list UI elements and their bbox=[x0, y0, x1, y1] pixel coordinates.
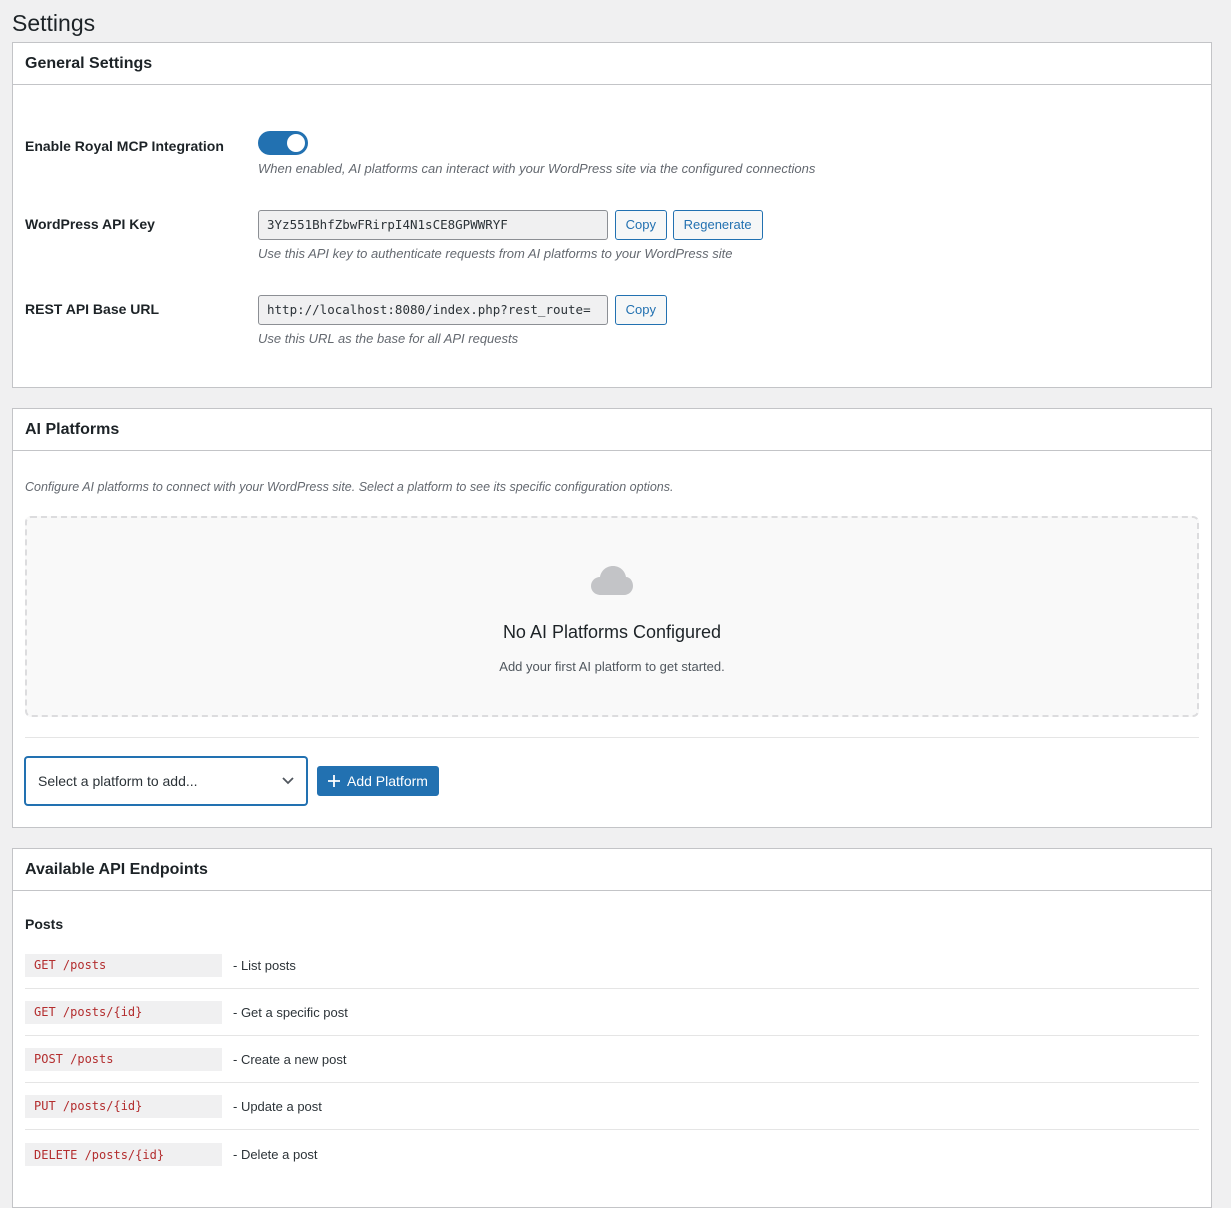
api-key-field: 3Yz551BhfZbwFRirpI4N1sCE8GPWWRYF Copy Re… bbox=[258, 209, 763, 261]
endpoint-row: GET /posts - List posts bbox=[25, 942, 1199, 989]
enable-integration-row: Enable Royal MCP Integration When enable… bbox=[25, 131, 1199, 191]
base-url-input[interactable]: http://localhost:8080/index.php?rest_rou… bbox=[258, 294, 608, 325]
endpoint-description: - Update a post bbox=[233, 1098, 322, 1114]
add-platform-button[interactable]: Add Platform bbox=[317, 766, 439, 796]
endpoint-code: PUT /posts/{id} bbox=[25, 1094, 222, 1118]
api-endpoints-card: Available API Endpoints Posts GET /posts… bbox=[12, 848, 1212, 1208]
endpoint-row: PUT /posts/{id} - Update a post bbox=[25, 1083, 1199, 1130]
enable-integration-label: Enable Royal MCP Integration bbox=[25, 138, 224, 154]
endpoint-group-title: Posts bbox=[25, 916, 64, 932]
general-settings-title: General Settings bbox=[25, 54, 153, 72]
endpoint-code: GET /posts/{id} bbox=[25, 1000, 222, 1024]
api-key-label: WordPress API Key bbox=[25, 216, 155, 232]
api-key-description: Use this API key to authenticate request… bbox=[258, 245, 733, 261]
api-endpoints-header: Available API Endpoints bbox=[13, 849, 1211, 891]
api-endpoints-title: Available API Endpoints bbox=[25, 860, 208, 878]
ai-platforms-intro: Configure AI platforms to connect with y… bbox=[25, 480, 674, 494]
page-title: Settings bbox=[12, 10, 96, 36]
platform-select[interactable]: Select a platform to add... bbox=[25, 757, 307, 805]
general-settings-card: General Settings Enable Royal MCP Integr… bbox=[12, 42, 1212, 388]
regenerate-api-key-button[interactable]: Regenerate bbox=[672, 209, 763, 240]
endpoint-description: - List posts bbox=[233, 957, 296, 973]
api-key-input[interactable]: 3Yz551BhfZbwFRirpI4N1sCE8GPWWRYF bbox=[258, 209, 608, 240]
base-url-row: REST API Base URL http://localhost:8080/… bbox=[25, 294, 1199, 354]
endpoint-description: - Delete a post bbox=[233, 1147, 318, 1162]
enable-integration-description: When enabled, AI platforms can interact … bbox=[258, 161, 816, 176]
endpoint-description: - Create a new post bbox=[233, 1051, 347, 1067]
base-url-label: REST API Base URL bbox=[25, 301, 160, 317]
copy-api-key-button[interactable]: Copy bbox=[614, 209, 667, 240]
general-settings-header: General Settings bbox=[13, 43, 1211, 85]
empty-state-subtitle: Add your first AI platform to get starte… bbox=[499, 659, 725, 674]
ai-platforms-header: AI Platforms bbox=[13, 409, 1211, 451]
platforms-divider bbox=[25, 737, 1199, 738]
base-url-field: http://localhost:8080/index.php?rest_rou… bbox=[258, 294, 667, 346]
endpoint-row: POST /posts - Create a new post bbox=[25, 1036, 1199, 1083]
cloud-icon bbox=[591, 566, 633, 595]
enable-integration-toggle[interactable] bbox=[258, 131, 308, 155]
empty-platforms-state: No AI Platforms Configured Add your firs… bbox=[25, 516, 1199, 717]
plus-icon bbox=[328, 775, 340, 787]
settings-page: Settings General Settings Enable Royal M… bbox=[0, 0, 1231, 1208]
add-platform-label: Add Platform bbox=[347, 773, 428, 789]
empty-state-title: No AI Platforms Configured bbox=[502, 622, 722, 642]
endpoint-code: DELETE /posts/{id} bbox=[25, 1143, 222, 1166]
endpoint-code: POST /posts bbox=[25, 1047, 222, 1071]
copy-base-url-button[interactable]: Copy bbox=[614, 294, 667, 325]
ai-platforms-title: AI Platforms bbox=[25, 420, 120, 438]
endpoint-code: GET /posts bbox=[25, 953, 222, 977]
base-url-description: Use this URL as the base for all API req… bbox=[258, 330, 519, 346]
toggle-knob bbox=[287, 134, 305, 152]
ai-platforms-card: AI Platforms Configure AI platforms to c… bbox=[12, 408, 1212, 828]
endpoint-row: GET /posts/{id} - Get a specific post bbox=[25, 989, 1199, 1036]
platform-select-value: Select a platform to add... bbox=[38, 773, 198, 789]
api-key-row: WordPress API Key 3Yz551BhfZbwFRirpI4N1s… bbox=[25, 209, 1199, 269]
endpoint-description: - Get a specific post bbox=[233, 1004, 348, 1020]
endpoint-row: DELETE /posts/{id} - Delete a post bbox=[25, 1131, 1199, 1178]
enable-integration-field: When enabled, AI platforms can interact … bbox=[258, 131, 815, 176]
chevron-down-icon bbox=[282, 777, 294, 785]
